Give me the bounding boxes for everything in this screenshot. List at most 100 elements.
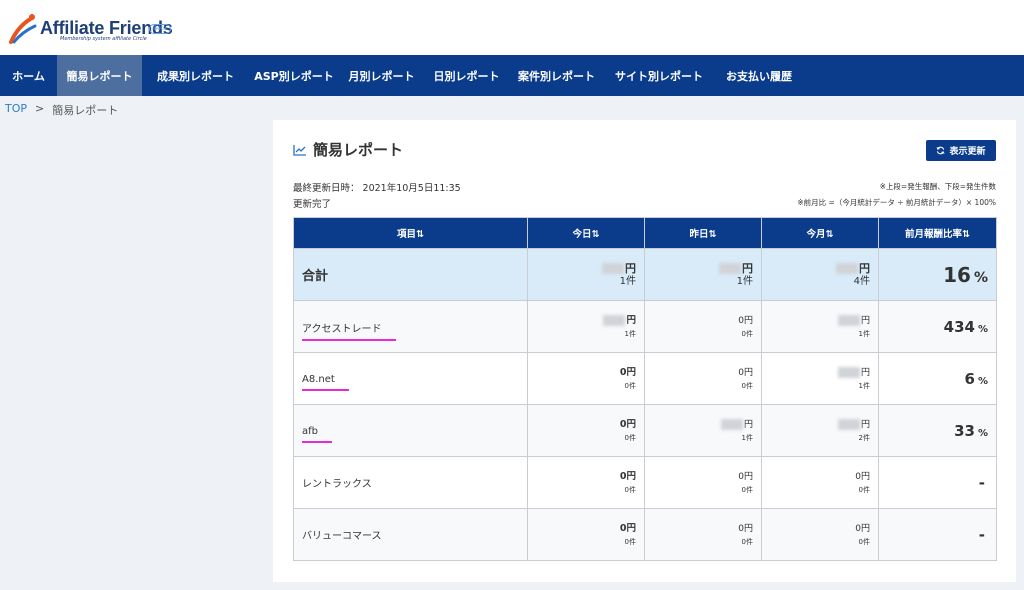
cell-ratio: 33% <box>878 404 997 457</box>
last-updated: 最終更新日時： 2021年10月5日11:35 <box>293 183 461 194</box>
nav-item-asp-report[interactable]: ASP別レポート <box>249 55 339 96</box>
logo-mark-icon <box>9 14 37 44</box>
nav-item-daily-report[interactable]: 日別レポート <box>424 55 509 96</box>
logo-subtitle: Membership system affiliate Circle <box>60 36 147 42</box>
count: 0件 <box>741 329 753 338</box>
ratio-value: - <box>978 473 985 492</box>
report-table: 項目⇅ 今日⇅ 昨日⇅ 今月⇅ 前月報酬比率⇅ 合計 円 1件 円 1件 円 4… <box>293 217 997 561</box>
cell-today: 円 1件 <box>527 300 645 353</box>
masked-value <box>603 314 626 326</box>
nav-item-payment-history[interactable]: お支払い履歴 <box>714 55 804 96</box>
cell-today: 0円 0件 <box>527 352 645 405</box>
cell-today: 0円 0件 <box>527 456 645 509</box>
table-row: A8.net 0円 0件 0円 0件 円 1件 6% <box>293 352 997 405</box>
amount: 円 <box>859 261 870 275</box>
ratio-value: 33 <box>954 421 975 440</box>
nav-item-result-report[interactable]: 成果別レポート <box>142 55 249 96</box>
ratio-unit: % <box>977 375 988 387</box>
count: 0件 <box>624 381 636 390</box>
cell-month: 0円 0件 <box>761 456 879 509</box>
row-name: バリューコマース <box>293 508 528 561</box>
count: 0件 <box>858 485 870 494</box>
table-row: afb 0円 0件 円 1件 円 2件 33% <box>293 404 997 457</box>
table-row: レントラックス 0円 0件 0円 0件 0円 0件 - <box>293 456 997 509</box>
refresh-button[interactable]: 表示更新 <box>926 140 996 161</box>
amount: 0円 <box>619 522 636 534</box>
table-header-row: 項目⇅ 今日⇅ 昨日⇅ 今月⇅ 前月報酬比率⇅ <box>293 217 997 249</box>
count: 0件 <box>624 537 636 546</box>
row-name: afb <box>302 426 332 443</box>
count: 1件 <box>741 433 753 442</box>
header: Affiliate Friends Beta Membership system… <box>0 0 1024 55</box>
nav-item-campaign-report[interactable]: 案件別レポート <box>509 55 604 96</box>
count: 0件 <box>624 485 636 494</box>
amount: 0円 <box>619 366 636 378</box>
header-ratio[interactable]: 前月報酬比率⇅ <box>878 217 997 249</box>
report-panel: 簡易レポート 表示更新 最終更新日時： 2021年10月5日11:35 更新完了… <box>273 120 1016 582</box>
row-name: A8.net <box>302 374 349 391</box>
update-status: 更新完了 <box>293 199 332 210</box>
count: 1件 <box>858 381 870 390</box>
ratio-value: 434 <box>943 317 975 336</box>
masked-value <box>720 418 743 430</box>
masked-value <box>719 263 741 274</box>
header-today[interactable]: 今日⇅ <box>527 217 645 249</box>
table-row-total: 合計 円 1件 円 1件 円 4件 16% <box>293 248 997 301</box>
cell-ratio: - <box>878 456 997 509</box>
header-yesterday[interactable]: 昨日⇅ <box>644 217 762 249</box>
amount: 円 <box>625 261 636 275</box>
cell-yesterday: 円 1件 <box>644 404 762 457</box>
cell-month: 円 1件 <box>761 352 879 405</box>
cell-yesterday: 0円 0件 <box>644 300 762 353</box>
breadcrumb-top-link[interactable]: TOP <box>5 102 27 118</box>
ratio-value: 16 <box>943 262 971 287</box>
main-nav: ホーム 簡易レポート 成果別レポート ASP別レポート 月別レポート 日別レポー… <box>0 55 1024 96</box>
cell-today: 0円 0件 <box>527 508 645 561</box>
cell-ratio: 6% <box>878 352 997 405</box>
count: 1件 <box>624 329 636 338</box>
cell-month: 0円 0件 <box>761 508 879 561</box>
breadcrumb-current: 簡易レポート <box>52 104 119 117</box>
cell-yesterday: 0円 0件 <box>644 508 762 561</box>
amount: 円 <box>860 367 870 378</box>
nav-item-monthly-report[interactable]: 月別レポート <box>339 55 424 96</box>
row-name: 合計 <box>293 248 528 301</box>
logo-badge: Beta <box>149 24 171 34</box>
cell-today: 0円 0件 <box>527 404 645 457</box>
logo[interactable]: Affiliate Friends Beta Membership system… <box>8 12 228 48</box>
masked-value <box>837 418 860 430</box>
row-name-cell: afb <box>293 404 528 457</box>
amount: 0円 <box>738 367 753 378</box>
nav-item-site-report[interactable]: サイト別レポート <box>604 55 714 96</box>
ratio-value: - <box>978 525 985 544</box>
refresh-button-label: 表示更新 <box>949 147 986 157</box>
count: 0件 <box>741 381 753 390</box>
amount: 0円 <box>619 418 636 430</box>
amount: 円 <box>626 314 636 326</box>
count: 1件 <box>858 329 870 338</box>
refresh-icon <box>936 146 945 155</box>
breadcrumb-separator: > <box>35 102 45 115</box>
nav-item-home[interactable]: ホーム <box>0 55 57 96</box>
count: 0件 <box>741 537 753 546</box>
count: 1件 <box>619 275 636 287</box>
note-upper-lower: ※上段=発生報酬、下段=発生件数 <box>879 182 996 191</box>
cell-yesterday: 円 1件 <box>644 248 762 301</box>
table-row: バリューコマース 0円 0件 0円 0件 0円 0件 - <box>293 508 997 561</box>
page-title-text: 簡易レポート <box>313 141 404 159</box>
amount: 0円 <box>738 523 753 534</box>
ratio-unit: % <box>977 323 988 335</box>
amount: 0円 <box>855 471 870 482</box>
amount: 0円 <box>738 471 753 482</box>
row-name: レントラックス <box>293 456 528 509</box>
header-item[interactable]: 項目⇅ <box>293 217 528 249</box>
row-name-cell: A8.net <box>293 352 528 405</box>
nav-item-simple-report[interactable]: 簡易レポート <box>57 55 142 96</box>
cell-ratio: 434% <box>878 300 997 353</box>
header-month[interactable]: 今月⇅ <box>761 217 879 249</box>
cell-yesterday: 0円 0件 <box>644 352 762 405</box>
ratio-unit: % <box>973 269 988 286</box>
count: 2件 <box>858 433 870 442</box>
ratio-value: 6 <box>964 369 975 388</box>
row-name-cell: アクセストレード <box>293 300 528 353</box>
